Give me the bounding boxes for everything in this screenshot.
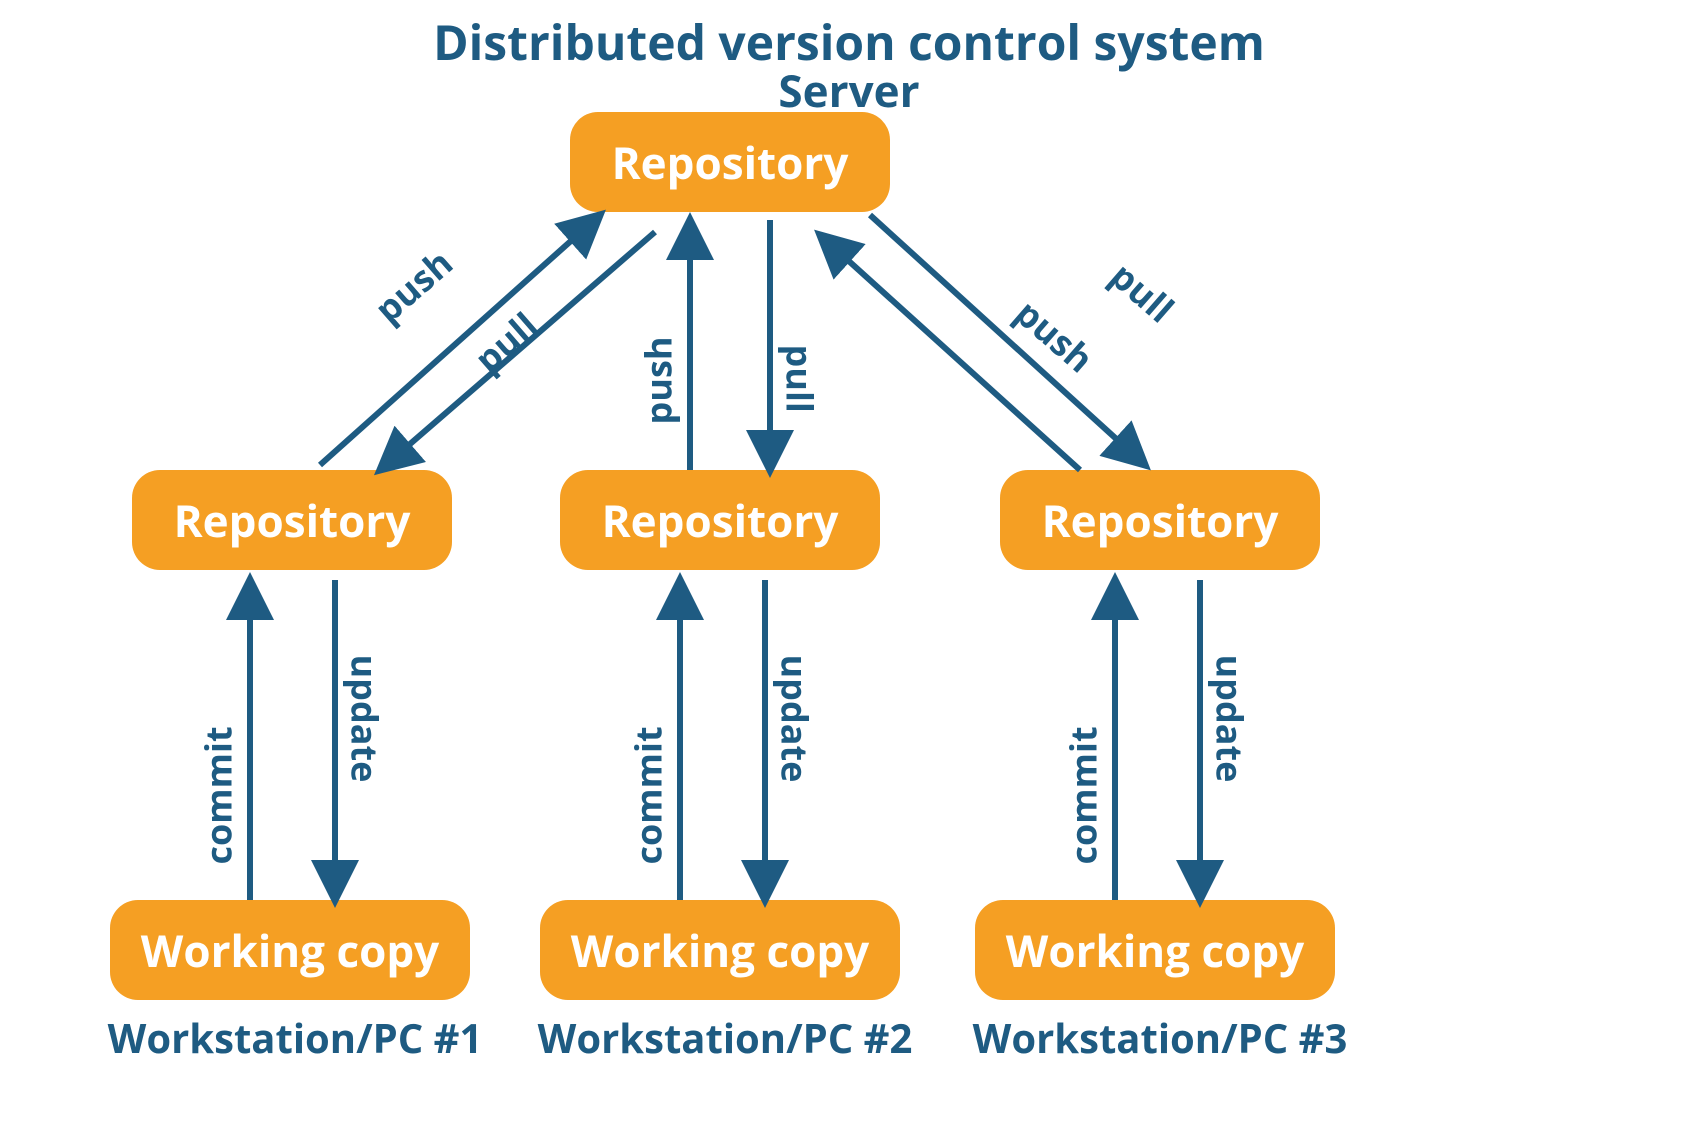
arrow-repo3-pull (870, 215, 1145, 465)
repo-1-node: Repository (132, 470, 452, 570)
repo-1-text: Repository (174, 490, 411, 550)
label-repo3-pull: pull (1101, 251, 1185, 333)
label-wc2-update: update (771, 655, 820, 783)
label-repo2-push: push (634, 337, 683, 425)
ws-1-caption: Workstation/PC #1 (100, 1010, 490, 1065)
wc-1-text: Working copy (141, 920, 439, 980)
wc-3-text: Working copy (1006, 920, 1304, 980)
arrow-repo1-push (320, 215, 600, 465)
label-repo1-pull: pull (464, 301, 548, 383)
server-label: Server (0, 60, 1698, 120)
repo-2-node: Repository (560, 470, 880, 570)
repo-3-node: Repository (1000, 470, 1320, 570)
repo-3-text: Repository (1042, 490, 1279, 550)
wc-3-node: Working copy (975, 900, 1335, 1000)
label-repo3-push: push (1006, 288, 1105, 383)
label-wc1-commit: commit (194, 726, 243, 864)
label-repo1-push: push (364, 238, 463, 333)
server-repository-node: Repository (570, 112, 890, 212)
ws-3-caption: Workstation/PC #3 (965, 1010, 1355, 1065)
label-repo2-pull: pull (776, 345, 825, 413)
wc-2-node: Working copy (540, 900, 900, 1000)
wc-1-node: Working copy (110, 900, 470, 1000)
server-repository-text: Repository (612, 132, 849, 192)
label-wc3-update: update (1206, 655, 1255, 783)
label-wc1-update: update (341, 655, 390, 783)
repo-2-text: Repository (602, 490, 839, 550)
ws-2-caption: Workstation/PC #2 (530, 1010, 920, 1065)
label-wc3-commit: commit (1059, 726, 1108, 864)
wc-2-text: Working copy (571, 920, 869, 980)
label-wc2-commit: commit (624, 726, 673, 864)
diagram-stage: Distributed version control system Serve… (0, 0, 1698, 1123)
